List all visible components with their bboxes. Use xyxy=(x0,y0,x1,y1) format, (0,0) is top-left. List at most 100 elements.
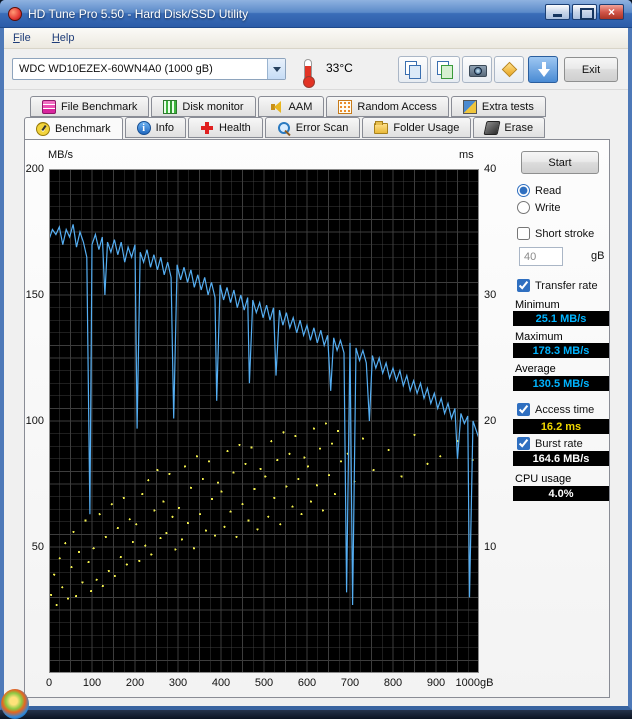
disk-monitor-icon xyxy=(163,99,178,114)
average-value: 130.5 MB/s xyxy=(513,376,609,391)
transfer-rate-checkbox[interactable]: Transfer rate xyxy=(517,279,598,292)
info-icon xyxy=(136,120,151,135)
tab-label: Random Access xyxy=(357,100,437,113)
write-label: Write xyxy=(535,201,561,214)
app-icon xyxy=(8,7,22,21)
tab-label: Benchmark xyxy=(55,122,111,135)
tab-erase[interactable]: Erase xyxy=(473,117,546,138)
taskbar[interactable] xyxy=(0,710,632,719)
copy-text-icon xyxy=(404,61,422,79)
y-axis-unit-right: ms xyxy=(459,149,474,161)
copy-image-icon xyxy=(436,61,454,79)
access-time-label: Access time xyxy=(535,403,595,416)
close-button[interactable]: × xyxy=(599,4,624,20)
start-orb[interactable] xyxy=(1,689,29,719)
menu-help[interactable]: Help xyxy=(43,28,84,49)
tab-label: Erase xyxy=(504,121,534,134)
access-time-checkbox-input[interactable] xyxy=(517,403,530,416)
short-stroke-label: Short stroke xyxy=(535,227,595,240)
tab-health[interactable]: Health xyxy=(188,117,263,138)
short-stroke-checkbox[interactable]: Short stroke xyxy=(517,227,594,240)
read-label: Read xyxy=(535,184,562,197)
x-axis-ticks: 0 100 200 300 400 500 600 700 800 900 1000gB xyxy=(45,677,494,689)
desktop: HD Tune Pro 5.50 - Hard Disk/SSD Utility… xyxy=(0,0,632,719)
benchmark-icon xyxy=(36,121,50,136)
temperature-value: 33°C xyxy=(326,61,353,75)
error-scan-icon xyxy=(277,121,291,135)
maximum-value: 178.3 MB/s xyxy=(513,343,609,358)
titlebar[interactable]: HD Tune Pro 5.50 - Hard Disk/SSD Utility… xyxy=(0,0,632,28)
health-icon xyxy=(200,121,214,135)
maximize-button[interactable] xyxy=(572,4,597,20)
short-stroke-value-field[interactable] xyxy=(519,247,563,266)
aam-icon xyxy=(270,100,284,114)
screenshot-button[interactable] xyxy=(462,56,492,83)
thermometer-icon xyxy=(303,59,315,88)
tab-folder-usage[interactable]: Folder Usage xyxy=(362,117,472,138)
window-title: HD Tune Pro 5.50 - Hard Disk/SSD Utility xyxy=(28,7,249,21)
tab-benchmark[interactable]: Benchmark xyxy=(24,117,123,140)
tab-label: Extra tests xyxy=(481,100,534,113)
average-label: Average xyxy=(515,363,556,375)
tab-label: Disk monitor xyxy=(182,100,244,113)
benchmark-chart xyxy=(48,168,480,674)
burst-rate-checkbox-input[interactable] xyxy=(517,437,530,450)
menu-file[interactable]: File xyxy=(4,28,40,49)
tab-file-benchmark[interactable]: File Benchmark xyxy=(30,96,150,117)
update-button[interactable] xyxy=(528,56,558,83)
write-radio[interactable]: Write xyxy=(517,201,560,214)
menubar: File Help xyxy=(4,28,628,49)
y-axis-unit-left: MB/s xyxy=(48,149,74,161)
window-controls: × xyxy=(545,4,624,20)
tab-label: Health xyxy=(219,121,251,134)
erase-icon xyxy=(483,120,501,135)
tab-random-access[interactable]: Random Access xyxy=(326,96,449,117)
benchmark-panel: MB/s ms 200 150 100 50 40 30 20 10 0 100 200 300 4… xyxy=(24,139,610,698)
hdtune-window: HD Tune Pro 5.50 - Hard Disk/SSD Utility… xyxy=(0,0,632,710)
tab-info[interactable]: Info xyxy=(124,117,186,138)
minimum-label: Minimum xyxy=(515,299,560,311)
minimize-button[interactable] xyxy=(545,4,570,20)
drive-select-value: WDC WD10EZEX-60WN4A0 (1000 gB) xyxy=(19,63,213,75)
cpu-usage-value: 4.0% xyxy=(513,486,609,501)
y-axis-ticks-right: 40 30 20 10 xyxy=(484,163,497,553)
folder-usage-icon xyxy=(374,121,389,134)
access-time-checkbox[interactable]: Access time xyxy=(517,403,594,416)
tab-label: Info xyxy=(155,121,174,134)
benchmark-chart-svg xyxy=(48,168,480,674)
transfer-rate-checkbox-input[interactable] xyxy=(517,279,530,292)
exit-button[interactable]: Exit xyxy=(564,57,618,82)
tab-row-primary: Benchmark Info Health Error Scan Folder … xyxy=(24,117,546,140)
read-radio-input[interactable] xyxy=(517,184,530,197)
tab-label: File Benchmark xyxy=(61,100,138,113)
read-radio[interactable]: Read xyxy=(517,184,561,197)
tab-row-secondary: File Benchmark Disk monitor AAM Random A… xyxy=(30,96,546,117)
short-stroke-checkbox-input[interactable] xyxy=(517,227,530,240)
tab-error-scan[interactable]: Error Scan xyxy=(264,117,361,138)
extra-tests-icon xyxy=(462,99,477,114)
chevron-down-icon xyxy=(267,59,285,79)
save-results-button[interactable] xyxy=(494,56,524,83)
tab-label: Folder Usage xyxy=(393,121,460,134)
tab-aam[interactable]: AAM xyxy=(257,96,325,117)
burst-rate-checkbox[interactable]: Burst rate xyxy=(517,437,583,450)
down-arrow-icon xyxy=(538,61,550,79)
access-time-value: 16.2 ms xyxy=(513,419,609,434)
minimum-value: 25.1 MB/s xyxy=(513,311,609,326)
toolbar: WDC WD10EZEX-60WN4A0 (1000 gB) 33°C Exit xyxy=(4,49,628,90)
cpu-usage-label: CPU usage xyxy=(515,473,572,485)
start-button[interactable]: Start xyxy=(521,151,599,174)
copy-image-button[interactable] xyxy=(430,56,460,83)
burst-rate-value: 164.6 MB/s xyxy=(513,451,609,466)
tab-label: AAM xyxy=(288,100,313,113)
tab-extra-tests[interactable]: Extra tests xyxy=(450,96,546,117)
gb-unit-label: gB xyxy=(591,250,605,262)
transfer-rate-label: Transfer rate xyxy=(535,279,598,292)
drive-select[interactable]: WDC WD10EZEX-60WN4A0 (1000 gB) xyxy=(12,58,286,80)
write-radio-input[interactable] xyxy=(517,201,530,214)
tab-disk-monitor[interactable]: Disk monitor xyxy=(151,96,256,117)
copy-text-button[interactable] xyxy=(398,56,428,83)
camera-icon xyxy=(469,62,487,78)
y-axis-ticks-left: 200 150 100 50 xyxy=(25,163,44,553)
file-benchmark-icon xyxy=(42,99,56,114)
